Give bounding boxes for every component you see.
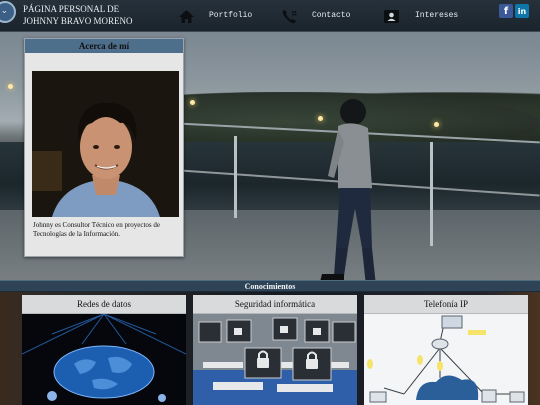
knowledge-band: Conocimientos	[0, 280, 540, 292]
knowledge-card-networks[interactable]: Redes de datos	[22, 295, 186, 405]
knowledge-card-voip[interactable]: Telefonía IP	[364, 295, 528, 405]
contact-card-icon[interactable]	[383, 9, 400, 24]
top-bar: ‹ PÁGINA PERSONAL DE JOHNNY BRAVO MORENO…	[0, 0, 540, 32]
knowledge-heading: Conocimientos	[244, 282, 296, 291]
network-globe-image	[22, 314, 186, 405]
phone-icon[interactable]	[281, 9, 298, 24]
computer-lab-image	[193, 314, 357, 405]
railing-post	[430, 142, 433, 246]
main-nav: Portfolio Contacto Intereses	[0, 0, 540, 32]
home-icon[interactable]	[178, 9, 195, 24]
about-heading: Acerca de mí	[25, 39, 183, 53]
lamp-light	[190, 100, 195, 105]
nav-intereses[interactable]: Intereses	[415, 11, 458, 20]
card-title: Telefonía IP	[364, 295, 528, 314]
linkedin-icon[interactable]: in	[515, 4, 529, 18]
facebook-icon[interactable]: f	[499, 4, 513, 18]
knowledge-card-security[interactable]: Seguridad informática	[193, 295, 357, 405]
nav-portfolio[interactable]: Portfolio	[209, 11, 252, 20]
railing-post	[234, 136, 237, 218]
profile-photo	[32, 71, 179, 217]
voip-diagram-image	[364, 314, 528, 405]
nav-contacto[interactable]: Contacto	[312, 11, 350, 20]
hero-person	[320, 99, 376, 280]
about-card: Acerca de mí Johnny es Consultor Técnico…	[24, 38, 184, 257]
lamp-light	[434, 122, 439, 127]
card-title: Redes de datos	[22, 295, 186, 314]
lamp-light	[8, 84, 13, 89]
about-description: Johnny es Consultor Técnico en proyectos…	[33, 221, 161, 238]
card-title: Seguridad informática	[193, 295, 357, 314]
